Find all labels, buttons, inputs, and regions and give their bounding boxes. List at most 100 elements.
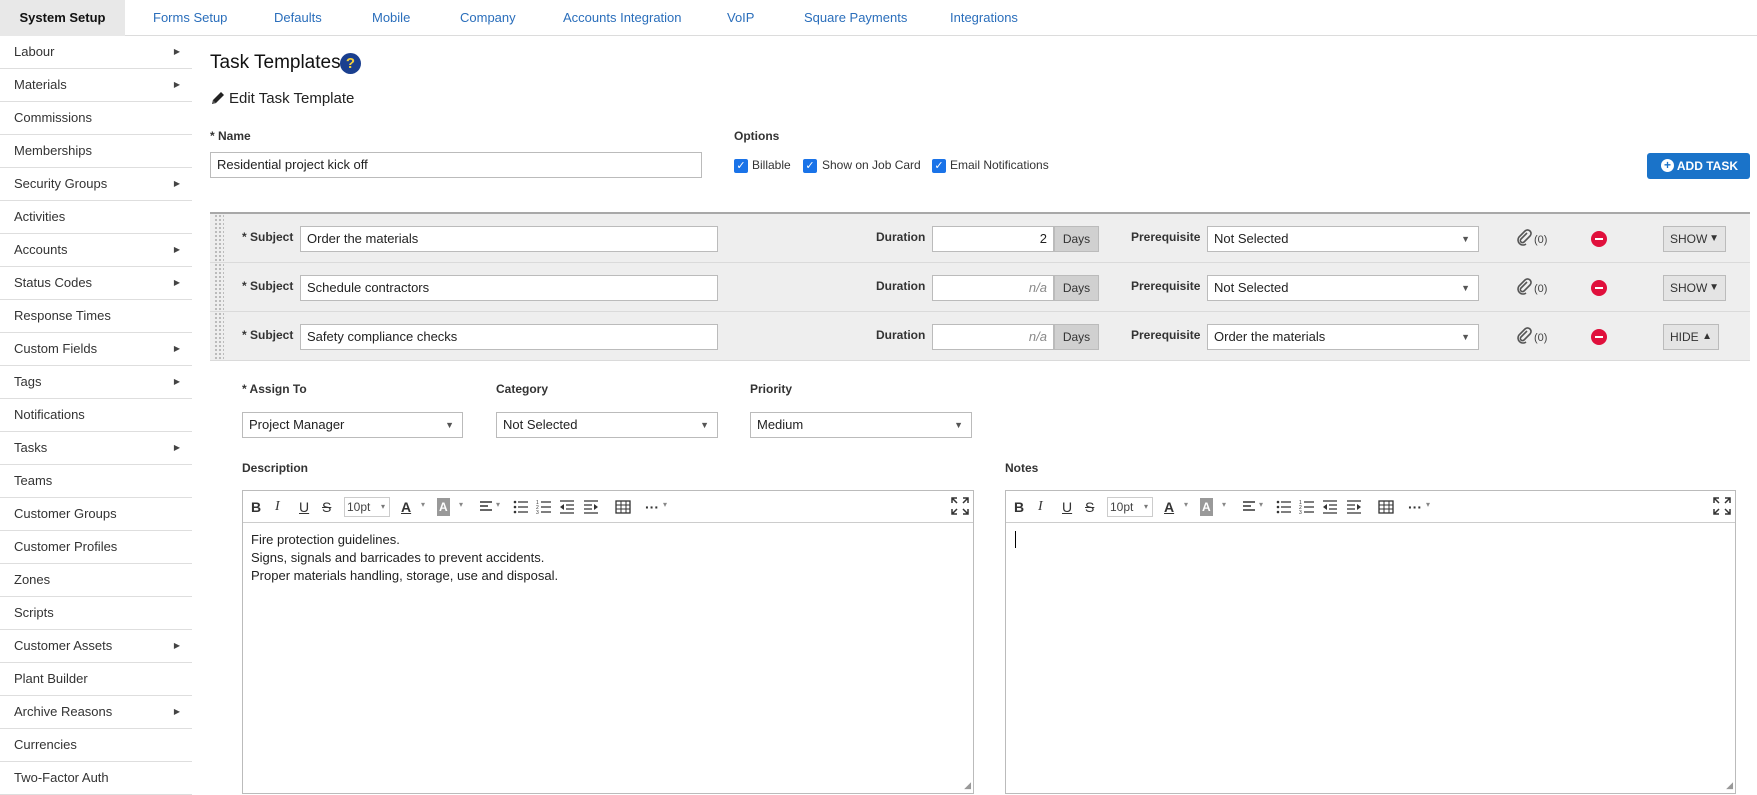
assign-to-select[interactable]: Project Manager ▼ <box>242 412 463 438</box>
font-size-select[interactable]: 10pt ▾ <box>1107 497 1153 517</box>
sidebar-item-tasks[interactable]: Tasks ▶ <box>0 432 192 465</box>
sidebar-item-custom-fields[interactable]: Custom Fields ▶ <box>0 333 192 366</box>
sidebar-item-accounts[interactable]: Accounts ▶ <box>0 234 192 267</box>
paperclip-icon[interactable] <box>1516 325 1532 345</box>
category-select[interactable]: Not Selected ▼ <box>496 412 718 438</box>
italic-icon[interactable]: I <box>275 498 280 516</box>
tab-voip[interactable]: VoIP <box>727 0 754 36</box>
name-input[interactable]: Residential project kick off <box>210 152 702 178</box>
duration-input[interactable]: n/a <box>932 275 1054 301</box>
font-color-icon[interactable]: A <box>401 498 411 516</box>
bold-icon[interactable]: B <box>251 498 261 516</box>
chevron-down-icon[interactable]: ▾ <box>1222 500 1226 509</box>
prerequisite-select[interactable]: Not Selected ▼ <box>1207 226 1479 252</box>
sidebar-item-labour[interactable]: Labour ▶ <box>0 36 192 69</box>
show-on-job-card-checkbox[interactable]: ✓ <box>803 159 817 173</box>
sidebar-item-customer-assets[interactable]: Customer Assets ▶ <box>0 630 192 663</box>
drag-handle-icon[interactable] <box>214 214 224 263</box>
chevron-down-icon[interactable]: ▾ <box>1259 500 1263 509</box>
tab-system-setup[interactable]: System Setup <box>0 0 125 36</box>
numbered-list-icon[interactable]: 123 <box>536 498 552 516</box>
chevron-down-icon[interactable]: ▾ <box>421 500 425 509</box>
underline-icon[interactable]: U <box>299 498 309 516</box>
sidebar-item-notifications[interactable]: Notifications <box>0 399 192 432</box>
prerequisite-select[interactable]: Order the materials ▼ <box>1207 324 1479 350</box>
tab-accounts-integration[interactable]: Accounts Integration <box>563 0 682 36</box>
strikethrough-icon[interactable]: S <box>322 498 331 516</box>
minus-circle-icon[interactable] <box>1591 231 1607 247</box>
show-toggle-button[interactable]: SHOW ▼ <box>1663 226 1726 252</box>
description-content[interactable]: Fire protection guidelines. Signs, signa… <box>251 531 558 585</box>
sidebar-item-commissions[interactable]: Commissions <box>0 102 192 135</box>
hide-toggle-button[interactable]: HIDE ▲ <box>1663 324 1719 350</box>
sidebar-item-tags[interactable]: Tags ▶ <box>0 366 192 399</box>
sidebar-item-customer-groups[interactable]: Customer Groups <box>0 498 192 531</box>
chevron-down-icon[interactable]: ▾ <box>496 500 500 509</box>
sidebar-item-status-codes[interactable]: Status Codes ▶ <box>0 267 192 300</box>
minus-circle-icon[interactable] <box>1591 280 1607 296</box>
underline-icon[interactable]: U <box>1062 498 1072 516</box>
tab-defaults[interactable]: Defaults <box>274 0 322 36</box>
subject-input[interactable]: Order the materials <box>300 226 718 252</box>
minus-circle-icon[interactable] <box>1591 329 1607 345</box>
priority-select[interactable]: Medium ▼ <box>750 412 972 438</box>
drag-handle-icon[interactable] <box>214 312 224 361</box>
chevron-down-icon[interactable]: ▾ <box>1184 500 1188 509</box>
billable-checkbox[interactable]: ✓ <box>734 159 748 173</box>
bullet-list-icon[interactable] <box>513 498 529 516</box>
tab-forms-setup[interactable]: Forms Setup <box>153 0 227 36</box>
add-task-button[interactable]: + ADD TASK <box>1647 153 1750 179</box>
notes-text-cursor[interactable] <box>1015 531 1016 548</box>
sidebar-item-archive-reasons[interactable]: Archive Reasons ▶ <box>0 696 192 729</box>
fullscreen-icon[interactable] <box>951 497 969 515</box>
strikethrough-icon[interactable]: S <box>1085 498 1094 516</box>
subject-input[interactable]: Schedule contractors <box>300 275 718 301</box>
help-circle-icon[interactable]: ? <box>340 53 361 74</box>
outdent-icon[interactable] <box>1322 498 1338 516</box>
show-toggle-button[interactable]: SHOW ▼ <box>1663 275 1726 301</box>
bold-icon[interactable]: B <box>1014 498 1024 516</box>
align-icon[interactable] <box>479 498 493 516</box>
chevron-down-icon[interactable]: ▾ <box>663 500 667 509</box>
numbered-list-icon[interactable]: 123 <box>1299 498 1315 516</box>
sidebar-item-teams[interactable]: Teams <box>0 465 192 498</box>
chevron-down-icon[interactable]: ▾ <box>459 500 463 509</box>
more-icon[interactable]: ··· <box>1408 498 1422 516</box>
font-color-icon[interactable]: A <box>1164 498 1174 516</box>
align-icon[interactable] <box>1242 498 1256 516</box>
sidebar-item-currencies[interactable]: Currencies <box>0 729 192 762</box>
sidebar-item-security-groups[interactable]: Security Groups ▶ <box>0 168 192 201</box>
table-icon[interactable] <box>1378 498 1394 516</box>
table-icon[interactable] <box>615 498 631 516</box>
fullscreen-icon[interactable] <box>1713 497 1731 515</box>
bullet-list-icon[interactable] <box>1276 498 1292 516</box>
sidebar-item-memberships[interactable]: Memberships <box>0 135 192 168</box>
sidebar-item-plant-builder[interactable]: Plant Builder <box>0 663 192 696</box>
chevron-down-icon[interactable]: ▾ <box>1426 500 1430 509</box>
indent-icon[interactable] <box>583 498 599 516</box>
sidebar-item-response-times[interactable]: Response Times <box>0 300 192 333</box>
background-color-icon[interactable]: A <box>437 498 450 516</box>
sidebar-item-two-factor-auth[interactable]: Two-Factor Auth <box>0 762 192 795</box>
duration-input[interactable]: n/a <box>932 324 1054 350</box>
more-icon[interactable]: ··· <box>645 498 659 516</box>
background-color-icon[interactable]: A <box>1200 498 1213 516</box>
font-size-select[interactable]: 10pt ▾ <box>344 497 390 517</box>
outdent-icon[interactable] <box>559 498 575 516</box>
paperclip-icon[interactable] <box>1516 227 1532 247</box>
italic-icon[interactable]: I <box>1038 498 1043 516</box>
sidebar-item-customer-profiles[interactable]: Customer Profiles <box>0 531 192 564</box>
sidebar-item-activities[interactable]: Activities <box>0 201 192 234</box>
email-notifications-checkbox[interactable]: ✓ <box>932 159 946 173</box>
subject-input[interactable]: Safety compliance checks <box>300 324 718 350</box>
drag-handle-icon[interactable] <box>214 263 224 312</box>
paperclip-icon[interactable] <box>1516 276 1532 296</box>
sidebar-item-scripts[interactable]: Scripts <box>0 597 192 630</box>
sidebar-item-materials[interactable]: Materials ▶ <box>0 69 192 102</box>
tab-company[interactable]: Company <box>460 0 516 36</box>
tab-mobile[interactable]: Mobile <box>372 0 410 36</box>
resize-handle-icon[interactable]: ◢ <box>1726 780 1733 791</box>
indent-icon[interactable] <box>1346 498 1362 516</box>
resize-handle-icon[interactable]: ◢ <box>964 780 971 791</box>
tab-integrations[interactable]: Integrations <box>950 0 1018 36</box>
